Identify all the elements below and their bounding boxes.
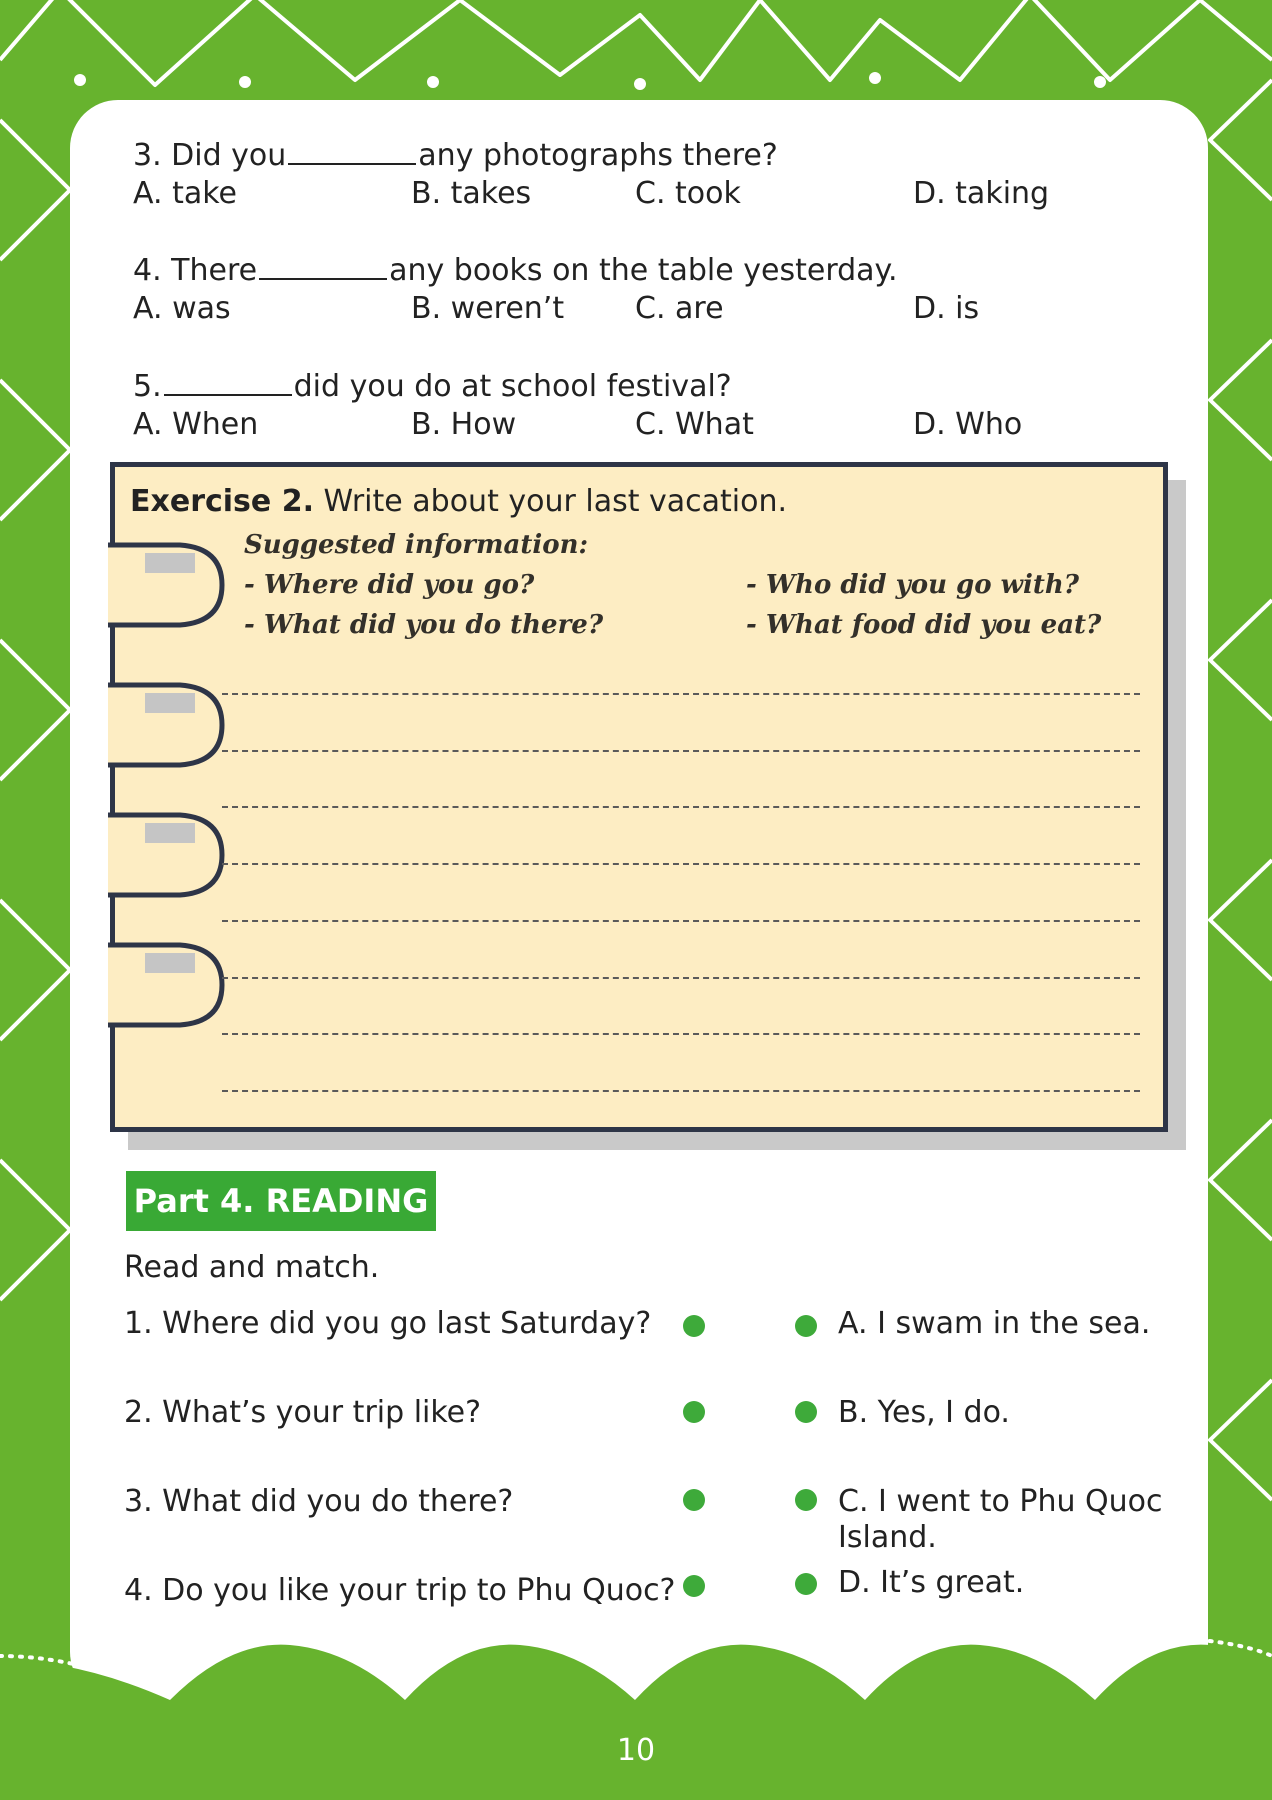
match-answer-c: C. I went to Phu Quoc Island. — [838, 1484, 1163, 1555]
suggested-info-title: Suggested information: — [244, 530, 589, 560]
page-number: 10 — [616, 1733, 656, 1768]
match-dot-right-c[interactable] — [795, 1489, 817, 1511]
match-dot-right-d[interactable] — [795, 1573, 817, 1595]
match-dot-left-2[interactable] — [683, 1401, 705, 1423]
writing-line[interactable] — [222, 920, 1140, 922]
reading-instruction: Read and match. — [124, 1250, 380, 1285]
suggestion-item: - Where did you go? — [244, 570, 535, 600]
writing-line[interactable] — [222, 977, 1140, 979]
writing-line[interactable] — [222, 1033, 1140, 1035]
match-dot-left-4[interactable] — [683, 1575, 705, 1597]
match-dot-left-3[interactable] — [683, 1489, 705, 1511]
match-question-1: 1. Where did you go last Saturday? — [124, 1306, 652, 1341]
match-dot-left-1[interactable] — [683, 1315, 705, 1337]
writing-line[interactable] — [222, 1090, 1140, 1092]
exercise-2-title: Exercise 2. Write about your last vacati… — [130, 484, 788, 519]
suggestion-item: - What did you do there? — [244, 610, 604, 640]
match-answer-b: B. Yes, I do. — [838, 1395, 1010, 1430]
suggestion-item: - Who did you go with? — [746, 570, 1080, 600]
writing-line[interactable] — [222, 863, 1140, 865]
writing-line[interactable] — [222, 750, 1140, 752]
writing-line[interactable] — [222, 806, 1140, 808]
match-question-3: 3. What did you do there? — [124, 1484, 514, 1519]
match-dot-right-a[interactable] — [795, 1315, 817, 1337]
suggestion-item: - What food did you eat? — [746, 610, 1102, 640]
match-question-4: 4. Do you like your trip to Phu Quoc? — [124, 1573, 676, 1608]
writing-line[interactable] — [222, 693, 1140, 695]
part-4-heading: Part 4. READING — [126, 1171, 436, 1231]
match-answer-d: D. It’s great. — [838, 1565, 1025, 1600]
match-dot-right-b[interactable] — [795, 1401, 817, 1423]
match-question-2: 2. What’s your trip like? — [124, 1395, 482, 1430]
match-answer-a: A. I swam in the sea. — [838, 1306, 1151, 1341]
